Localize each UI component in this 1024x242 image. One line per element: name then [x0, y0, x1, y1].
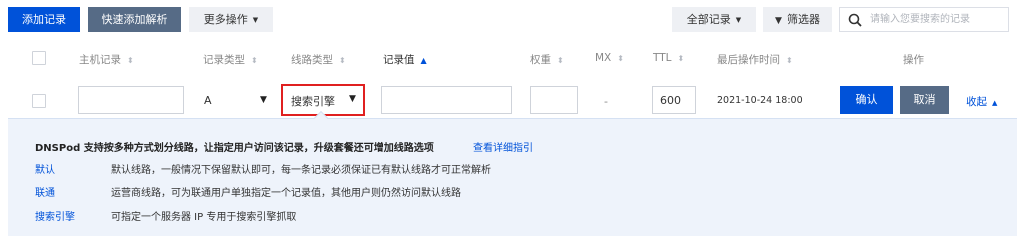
- sort-icon: ⬍: [339, 56, 346, 65]
- sort-up-icon: ▲: [420, 56, 427, 65]
- column-ttl[interactable]: TTL ⬍: [653, 52, 684, 64]
- column-type[interactable]: 记录类型 ⬍: [203, 52, 258, 67]
- line-desc-search-engine: 可指定一个服务器 IP 专用于搜索引擎抓取: [111, 212, 297, 223]
- collapse-link[interactable]: 收起 ▲: [966, 94, 997, 109]
- column-weight[interactable]: 权重 ⬍: [530, 52, 564, 67]
- line-name-default[interactable]: 默认: [35, 161, 55, 176]
- column-host-label: 主机记录: [79, 54, 121, 66]
- sort-icon: ⬍: [251, 56, 258, 65]
- more-actions-label: 更多操作: [203, 13, 248, 26]
- caret-down-icon: ▼: [260, 95, 267, 105]
- line-type-value: 搜索引擎: [291, 95, 335, 108]
- add-record-button[interactable]: 添加记录: [8, 7, 80, 32]
- filter-icon: ▼: [775, 16, 782, 26]
- ttl-value: 600: [660, 94, 681, 107]
- table-header: 主机记录 ⬍ 记录类型 ⬍ 线路类型 ⬍ 记录值 ▲ 权重 ⬍ MX ⬍ TTL ⬍ 最后操作…: [0, 51, 1024, 72]
- column-type-label: 记录类型: [203, 54, 245, 66]
- mx-value: -: [604, 95, 608, 108]
- sort-icon: ⬍: [677, 54, 685, 63]
- all-records-label: 全部记录: [686, 13, 731, 26]
- line-info-panel: DNSPod 支持按多种方式划分线路，让指定用户访问该记录，升级套餐还可增加线路…: [8, 118, 1017, 236]
- search-box: [839, 7, 1009, 32]
- sort-icon: ⬍: [127, 56, 134, 65]
- last-op-time: 2021-10-24 18:00: [717, 95, 803, 106]
- confirm-button[interactable]: 确认: [840, 86, 893, 114]
- caret-down-icon: ▼: [735, 15, 742, 24]
- caret-up-icon: ▲: [992, 99, 998, 107]
- column-last-op[interactable]: 最后操作时间 ⬍: [717, 52, 793, 67]
- search-icon: [848, 13, 862, 27]
- record-type-value: A: [204, 94, 212, 107]
- record-value-input[interactable]: [382, 87, 511, 113]
- record-type-select[interactable]: A ▼: [196, 86, 270, 114]
- sort-icon: ⬍: [557, 56, 564, 65]
- quick-add-label: 快速添加解析: [101, 13, 168, 26]
- confirm-label: 确认: [855, 93, 878, 106]
- line-name-unicom[interactable]: 联通: [35, 184, 55, 199]
- ttl-field[interactable]: 600: [652, 86, 696, 114]
- cancel-label: 取消: [913, 93, 936, 106]
- column-host[interactable]: 主机记录 ⬍: [79, 52, 134, 67]
- search-input[interactable]: [870, 11, 1004, 28]
- column-weight-label: 权重: [530, 54, 551, 66]
- quick-add-button[interactable]: 快速添加解析: [88, 7, 181, 32]
- caret-down-icon: ▼: [349, 94, 356, 104]
- sort-icon: ⬍: [786, 56, 793, 65]
- record-value-field: [381, 86, 512, 114]
- add-record-label: 添加记录: [22, 13, 66, 26]
- collapse-label: 收起: [966, 96, 987, 108]
- weight-input[interactable]: [531, 87, 577, 113]
- caret-down-icon: ▼: [252, 15, 259, 24]
- select-all-checkbox[interactable]: [32, 51, 46, 65]
- row-checkbox[interactable]: [32, 94, 46, 108]
- all-records-dropdown[interactable]: 全部记录 ▼: [672, 7, 756, 32]
- line-type-select[interactable]: 搜索引擎 ▼: [281, 84, 365, 116]
- filter-button[interactable]: ▼ 筛选器: [763, 7, 832, 32]
- info-title: DNSPod 支持按多种方式划分线路，让指定用户访问该记录，升级套餐还可增加线路…: [35, 143, 434, 154]
- column-ttl-label: TTL: [653, 52, 672, 64]
- column-last-op-label: 最后操作时间: [717, 54, 780, 66]
- cancel-button[interactable]: 取消: [900, 86, 949, 114]
- column-line[interactable]: 线路类型 ⬍: [291, 52, 346, 67]
- line-name-search-engine[interactable]: 搜索引擎: [35, 208, 75, 223]
- column-mx[interactable]: MX ⬍: [595, 52, 624, 64]
- column-value[interactable]: 记录值 ▲: [383, 52, 427, 67]
- line-desc-default: 默认线路，一般情况下保留默认即可，每一条记录必须保证已有默认线路才可正常解析: [111, 165, 491, 176]
- line-desc-unicom: 运营商线路，可为联通用户单独指定一个记录值，其他用户则仍然访问默认线路: [111, 188, 461, 199]
- toolbar: 添加记录 快速添加解析 更多操作 ▼ 全部记录 ▼ ▼ 筛选器: [0, 7, 1024, 33]
- filter-label: 筛选器: [786, 13, 820, 26]
- column-mx-label: MX: [595, 52, 612, 64]
- sort-icon: ⬍: [617, 54, 624, 63]
- host-input[interactable]: [79, 87, 183, 113]
- column-line-label: 线路类型: [291, 54, 333, 66]
- detail-guide-link[interactable]: 查看详细指引: [473, 139, 533, 154]
- more-actions-dropdown[interactable]: 更多操作 ▼: [189, 7, 273, 32]
- host-field: [78, 86, 184, 114]
- column-value-label: 记录值: [383, 54, 415, 66]
- column-actions: 操作: [903, 54, 924, 66]
- weight-field: [530, 86, 578, 114]
